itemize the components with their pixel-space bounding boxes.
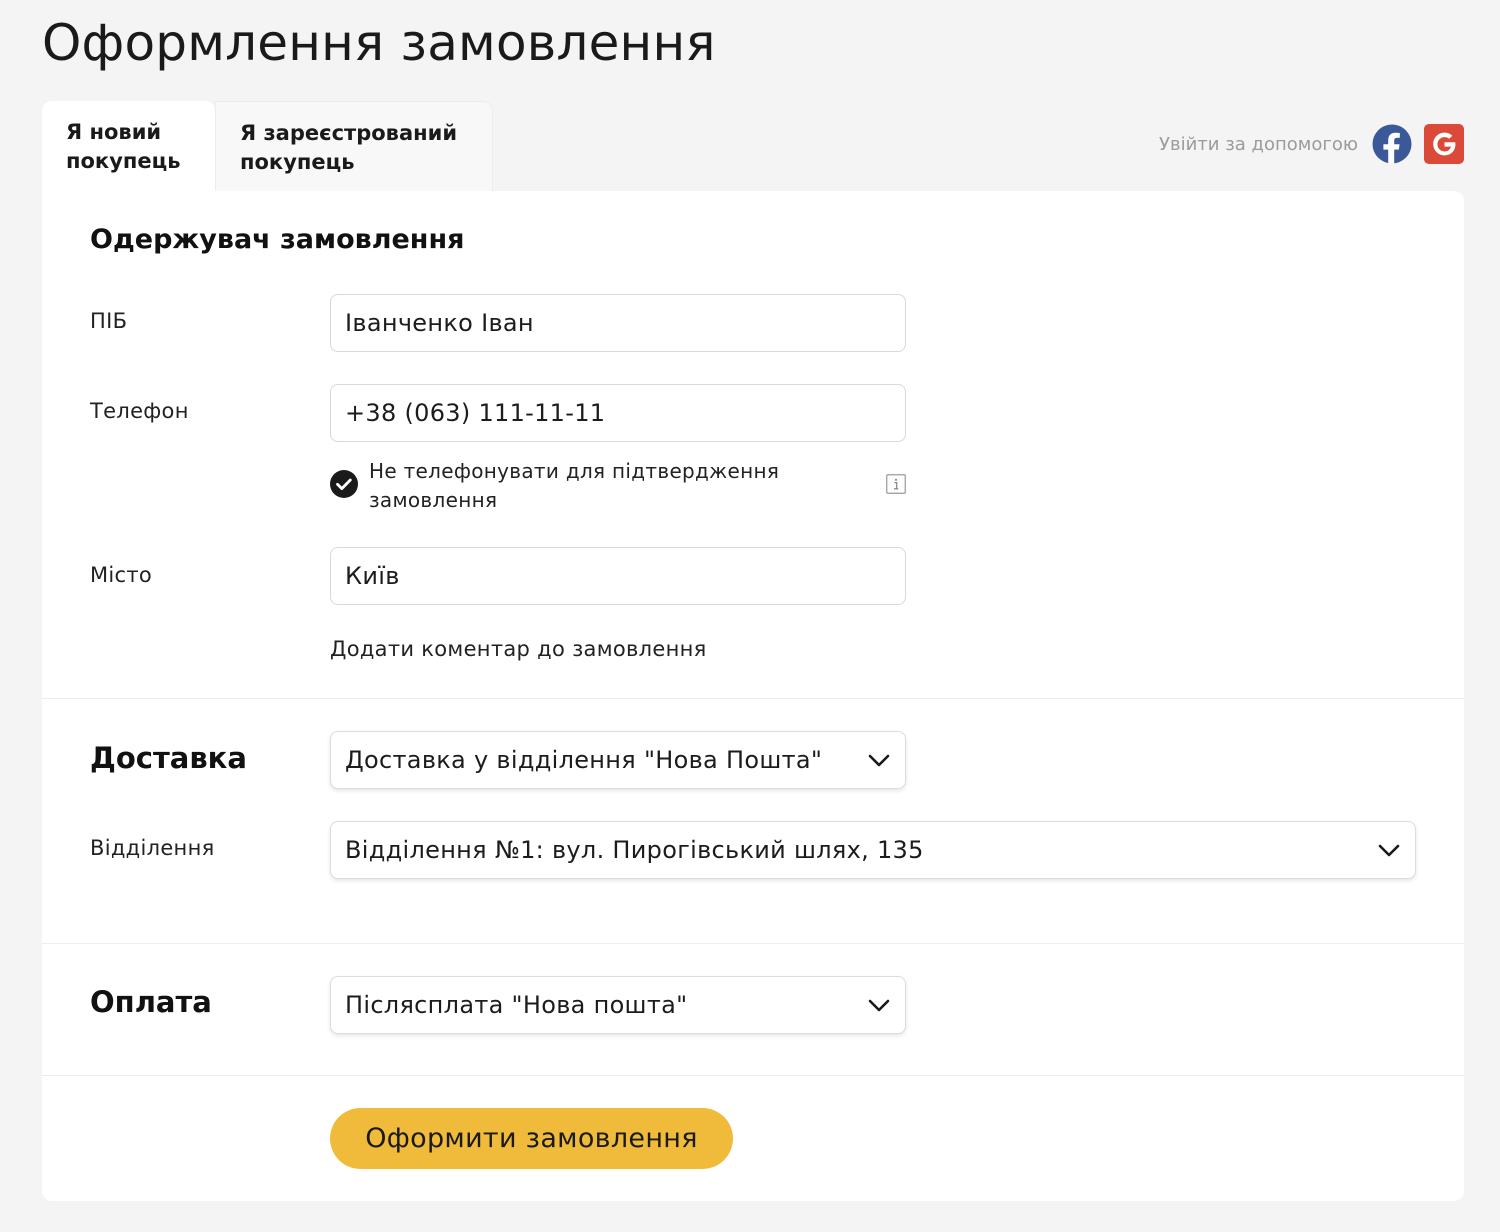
checkout-page: Оформлення замовлення Я новий покупець Я…: [0, 0, 1500, 1232]
city-input[interactable]: Київ: [330, 547, 906, 605]
chevron-down-icon: [868, 754, 890, 767]
social-login: Увійти за допомогою: [1159, 124, 1464, 164]
city-label: Місто: [90, 563, 153, 587]
tab-new-customer-line1: Я новий: [66, 120, 162, 144]
phone-input[interactable]: +38 (063) 111-11-11: [330, 384, 906, 442]
no-call-checkbox-row[interactable]: Не телефонувати для підтвердження замовл…: [330, 457, 906, 517]
delivery-section-title: Доставка: [90, 741, 247, 775]
divider: [42, 698, 1464, 699]
no-call-label: Не телефонувати для підтвердження замовл…: [369, 459, 780, 512]
info-icon[interactable]: [886, 474, 906, 494]
customer-tabs: Я новий покупець Я зареєстрований покупе…: [42, 101, 493, 193]
tab-registered-customer-line2: покупець: [240, 150, 355, 174]
submit-order-button[interactable]: Оформити замовлення: [330, 1108, 733, 1169]
payment-method-select[interactable]: Післясплата "Нова пошта": [330, 976, 906, 1034]
social-login-label: Увійти за допомогою: [1159, 133, 1358, 155]
tab-new-customer[interactable]: Я новий покупець: [42, 101, 215, 193]
facebook-icon[interactable]: [1372, 124, 1412, 164]
branch-value: Відділення №1: вул. Пирогівський шлях, 1…: [345, 836, 924, 864]
payment-section-title: Оплата: [90, 985, 212, 1019]
delivery-method-select[interactable]: Доставка у відділення "Нова Пошта": [330, 731, 906, 789]
tab-new-customer-line2: покупець: [66, 149, 181, 173]
recipient-section-title: Одержувач замовлення: [90, 224, 465, 255]
tab-registered-customer-line1: Я зареєстрований: [240, 121, 458, 145]
chevron-down-icon: [1378, 844, 1400, 857]
page-title: Оформлення замовлення: [42, 14, 716, 72]
payment-method-value: Післясплата "Нова пошта": [345, 991, 688, 1019]
checkbox-checked-icon[interactable]: [330, 470, 358, 498]
name-input[interactable]: Іванченко Іван: [330, 294, 906, 352]
google-icon[interactable]: [1424, 124, 1464, 164]
divider: [42, 943, 1464, 944]
chevron-down-icon: [868, 999, 890, 1012]
phone-label: Телефон: [90, 399, 189, 423]
tab-registered-customer[interactable]: Я зареєстрований покупець: [215, 101, 493, 191]
add-comment-link[interactable]: Додати коментар до замовлення: [330, 637, 707, 661]
divider: [42, 1075, 1464, 1076]
branch-label: Відділення: [90, 836, 215, 860]
checkout-card: Одержувач замовлення ПІБ Іванченко Іван …: [42, 191, 1464, 1201]
delivery-method-value: Доставка у відділення "Нова Пошта": [345, 746, 823, 774]
name-label: ПІБ: [90, 309, 128, 333]
branch-select[interactable]: Відділення №1: вул. Пирогівський шлях, 1…: [330, 821, 1416, 879]
